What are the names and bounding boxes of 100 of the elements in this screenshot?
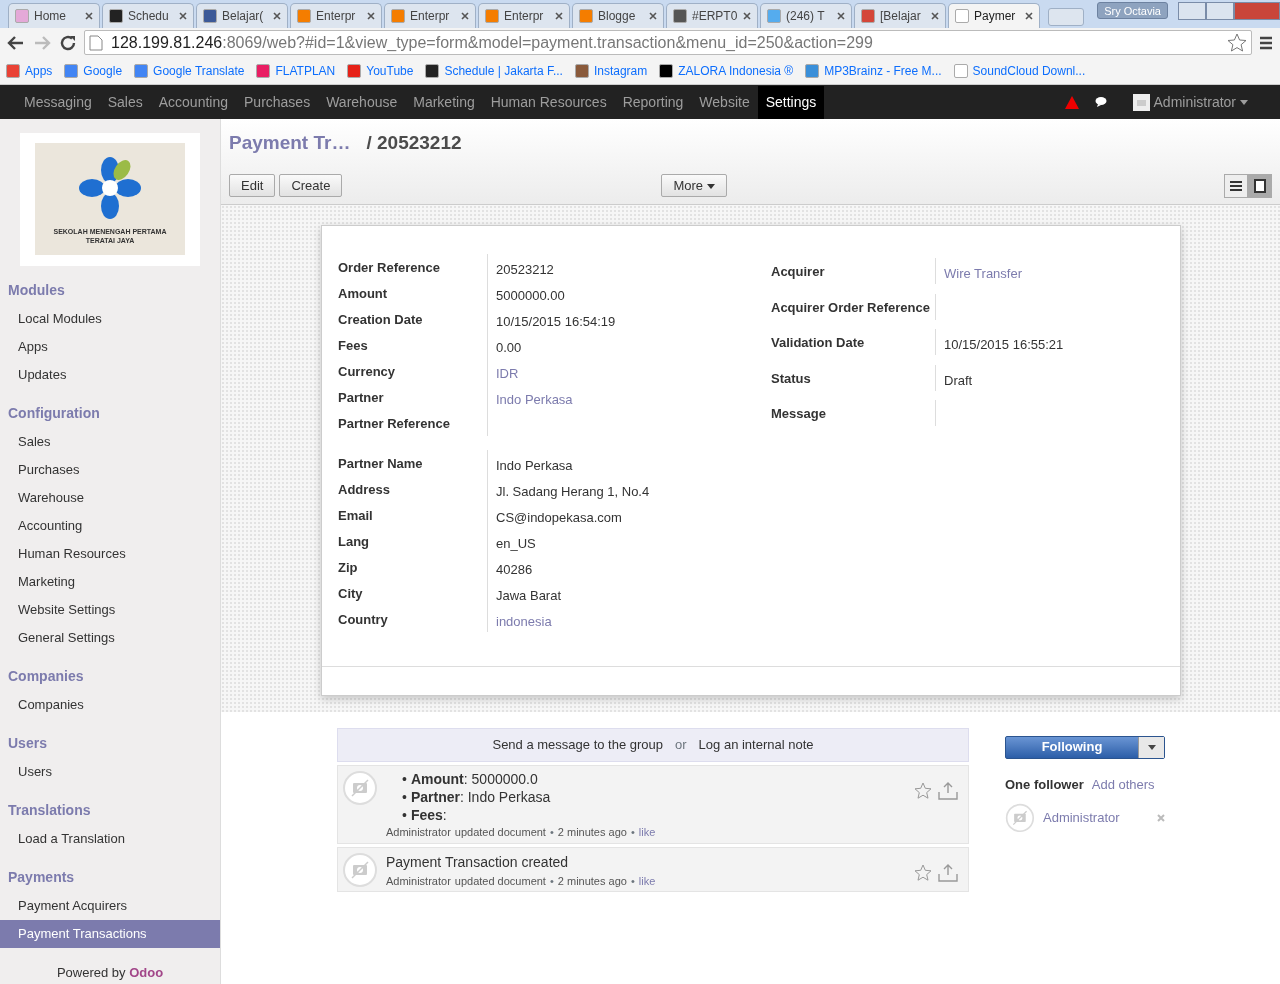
menu-item[interactable]: Marketing (405, 85, 483, 119)
edit-button[interactable]: Edit (229, 173, 276, 198)
star-icon[interactable] (914, 782, 932, 800)
star-icon[interactable] (914, 863, 932, 882)
field-value: 20523212 (495, 261, 555, 279)
list-view-button[interactable] (1224, 173, 1248, 198)
author-link[interactable]: Administrator (386, 826, 451, 838)
bookmark[interactable]: MP3Brainz - Free M... (805, 61, 942, 80)
close-icon[interactable] (1025, 12, 1033, 20)
sidebar-item[interactable]: Sales (0, 428, 220, 456)
form-view-button[interactable] (1248, 173, 1272, 198)
inbox-icon[interactable] (938, 782, 958, 800)
sidebar-item[interactable]: Apps (0, 333, 220, 361)
sidebar-item[interactable]: Load a Translation (0, 825, 220, 853)
url-text: 128.199.81.246:8069/web?#id=1&view_type=form&model=payment.transaction&menu_id=250&action=299 (111, 32, 873, 53)
change-line: Partner: Indo Perkasa (410, 788, 551, 806)
dropdown-button[interactable] (1138, 737, 1164, 758)
close-icon[interactable] (649, 12, 657, 20)
user-menu[interactable]: Administrator (1124, 85, 1256, 119)
browser-tab[interactable]: Paymer (948, 3, 1040, 28)
minimize-button[interactable] (1178, 2, 1206, 20)
browser-tab[interactable]: Enterpr (384, 3, 476, 28)
sidebar-item[interactable]: Marketing (0, 568, 220, 596)
browser-tab[interactable]: Enterpr (478, 3, 570, 28)
record-title: / 20523212 (366, 131, 462, 155)
menu-item[interactable]: Settings (757, 85, 825, 119)
maximize-button[interactable] (1206, 2, 1234, 20)
bookmark[interactable]: FLATPLAN (256, 61, 336, 80)
profile-name: Sry Octavia (1097, 2, 1168, 19)
section-heading: Companies (7, 667, 85, 686)
field-label: Acquirer Order Reference (771, 293, 936, 320)
sidebar-item[interactable]: Payment Transactions (0, 920, 220, 948)
more-button[interactable]: More (661, 173, 727, 198)
menu-item[interactable]: Accounting (150, 85, 236, 119)
sidebar-item[interactable]: Users (0, 758, 220, 786)
log-note-link[interactable]: Log an internal note (698, 735, 814, 755)
sidebar-item[interactable]: General Settings (0, 624, 220, 652)
author-link[interactable]: Administrator (386, 874, 451, 887)
warning-icon[interactable] (1064, 95, 1079, 109)
close-icon[interactable] (743, 12, 751, 20)
close-icon[interactable] (85, 12, 93, 20)
bookmark[interactable]: Google Translate (134, 61, 245, 80)
field-value: en_US (495, 535, 537, 553)
browser-tab[interactable]: (246) T (760, 3, 852, 28)
browser-tab[interactable]: Enterpr (290, 3, 382, 28)
bookmark[interactable]: YouTube (347, 61, 414, 80)
sidebar-item[interactable]: Accounting (0, 512, 220, 540)
browser-tab[interactable]: Blogge (572, 3, 664, 28)
separator-dot: • (549, 874, 554, 887)
create-button[interactable]: Create (279, 173, 343, 198)
close-icon[interactable] (273, 12, 281, 20)
address-field[interactable]: 128.199.81.246:8069/web?#id=1&view_type=form&model=payment.transaction&menu_id=250&action=299 (84, 30, 1252, 55)
sidebar-item[interactable]: Human Resources (0, 540, 220, 568)
field-link[interactable]: IDR (488, 358, 771, 384)
menu-item[interactable]: Sales (99, 85, 151, 119)
send-message-link[interactable]: Send a message to the group (492, 735, 664, 755)
close-icon[interactable] (931, 12, 939, 20)
menu-icon[interactable] (1258, 34, 1274, 51)
menu-item[interactable]: Purchases (236, 85, 319, 119)
close-icon[interactable] (367, 12, 375, 20)
bookmark[interactable]: Apps (6, 61, 53, 80)
sidebar-item[interactable]: Warehouse (0, 484, 220, 512)
sidebar-item[interactable]: Purchases (0, 456, 220, 484)
bookmark[interactable]: Google (64, 61, 123, 80)
close-icon[interactable] (837, 12, 845, 20)
bookmark[interactable]: SoundCloud Downl... (953, 61, 1086, 80)
menu-item[interactable]: Website (691, 85, 758, 119)
close-icon[interactable] (461, 12, 469, 20)
following-button[interactable]: Following (1005, 736, 1165, 759)
odoo-link[interactable]: Odoo (129, 964, 164, 980)
close-icon[interactable] (179, 12, 187, 20)
browser-tab[interactable]: #ERPT0 (666, 3, 758, 28)
like-link[interactable]: like (638, 826, 656, 838)
sidebar-item[interactable]: Website Settings (0, 596, 220, 624)
browser-tab[interactable]: Schedu (102, 3, 194, 28)
field-link[interactable]: Wire Transfer (936, 258, 1164, 284)
close-icon[interactable] (555, 12, 563, 20)
field-link[interactable]: Indo Perkasa (488, 384, 771, 410)
chat-icon[interactable] (1094, 96, 1109, 108)
menu-item[interactable]: Reporting (614, 85, 692, 119)
sidebar-item[interactable]: Local Modules (0, 305, 220, 333)
add-followers-link[interactable]: Add others (1091, 775, 1155, 795)
star-icon[interactable] (1227, 32, 1247, 53)
browser-tab[interactable]: [Belajar (854, 3, 946, 28)
sidebar-item[interactable]: Updates (0, 361, 220, 389)
menu-item[interactable]: Human Resources (482, 85, 615, 119)
sidebar-item[interactable]: Companies (0, 691, 220, 719)
menu-item[interactable]: Messaging (16, 85, 100, 119)
tab-title: Belajar( (222, 8, 264, 25)
bookmark[interactable]: Schedule | Jakarta F... (425, 61, 563, 80)
field-link[interactable]: indonesia (488, 606, 771, 632)
breadcrumb-link[interactable]: Payment Tr… (229, 129, 351, 158)
bookmark[interactable]: Instagram (574, 61, 648, 80)
bookmark[interactable]: ZALORA Indonesia ® (659, 61, 794, 80)
like-link[interactable]: like (638, 874, 656, 887)
follower-name[interactable]: Administrator (1043, 807, 1120, 828)
browser-tab[interactable]: Belajar( (196, 3, 288, 28)
menu-item[interactable]: Warehouse (318, 85, 406, 119)
sidebar-item[interactable]: Payment Acquirers (0, 892, 220, 920)
browser-tab[interactable]: Home (8, 3, 100, 28)
